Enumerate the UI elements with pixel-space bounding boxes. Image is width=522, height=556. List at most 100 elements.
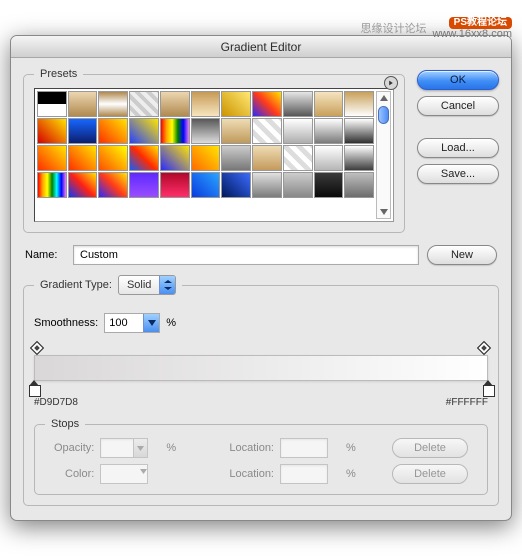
preset-swatch[interactable] <box>68 172 98 198</box>
preset-swatch[interactable] <box>98 145 128 171</box>
dropdown-caret-icon <box>159 276 175 294</box>
preset-swatch[interactable] <box>37 91 67 117</box>
preset-swatch[interactable] <box>160 91 190 117</box>
preset-swatch[interactable] <box>344 172 374 198</box>
presets-scrollbar[interactable] <box>376 91 391 219</box>
preset-swatch[interactable] <box>191 118 221 144</box>
opacity-label: Opacity: <box>45 442 94 454</box>
color-well <box>100 464 148 484</box>
presets-legend: Presets <box>34 68 83 80</box>
smoothness-input[interactable] <box>104 313 160 333</box>
preset-swatch[interactable] <box>221 118 251 144</box>
preset-swatch[interactable] <box>314 145 344 171</box>
watermark-text: 思缘设计论坛 <box>361 20 427 36</box>
color-stop-left[interactable] <box>29 381 39 395</box>
color-location-input <box>280 464 328 484</box>
preset-swatch[interactable] <box>191 91 221 117</box>
caret-right-icon <box>388 80 394 86</box>
preset-swatch[interactable] <box>221 145 251 171</box>
presets-flyout-button[interactable] <box>384 76 398 90</box>
location-unit: % <box>346 468 360 480</box>
preset-swatch[interactable] <box>283 172 313 198</box>
preset-swatch[interactable] <box>252 145 282 171</box>
preset-swatch[interactable] <box>160 118 190 144</box>
preset-swatch[interactable] <box>252 91 282 117</box>
gradient-type-label: Gradient Type: <box>40 279 112 291</box>
preset-swatch[interactable] <box>314 91 344 117</box>
location-unit: % <box>346 442 360 454</box>
preset-swatch[interactable] <box>283 118 313 144</box>
color-stop-left-hex: #D9D7D8 <box>34 397 78 408</box>
preset-swatch[interactable] <box>68 118 98 144</box>
color-stop-right-hex: #FFFFFF <box>446 397 488 408</box>
preset-swatch[interactable] <box>160 145 190 171</box>
preset-swatch[interactable] <box>344 91 374 117</box>
scrollbar-thumb[interactable] <box>378 106 389 124</box>
preset-swatch[interactable] <box>37 145 67 171</box>
color-stop-track[interactable] <box>34 381 488 395</box>
preset-swatch[interactable] <box>160 172 190 198</box>
smoothness-label: Smoothness: <box>34 317 98 329</box>
opacity-stop-track[interactable] <box>34 345 488 355</box>
window-title: Gradient Editor <box>221 40 302 54</box>
preset-swatch[interactable] <box>129 145 159 171</box>
preset-swatch[interactable] <box>314 172 344 198</box>
opacity-unit: % <box>166 442 180 454</box>
scroll-up-icon[interactable] <box>377 92 390 104</box>
delete-opacity-stop-button: Delete <box>392 438 468 458</box>
stops-legend: Stops <box>45 418 85 430</box>
opacity-location-label: Location: <box>220 442 274 454</box>
opacity-stop-right[interactable] <box>479 343 490 353</box>
preset-swatch[interactable] <box>283 145 313 171</box>
name-label: Name: <box>25 249 65 261</box>
watermark-url: www.16xx8.com <box>433 29 512 39</box>
presets-grid[interactable] <box>37 91 374 219</box>
preset-swatch[interactable] <box>98 118 128 144</box>
load-button[interactable]: Load... <box>417 138 499 158</box>
color-label: Color: <box>45 468 94 480</box>
name-input[interactable] <box>73 245 419 265</box>
delete-color-stop-button: Delete <box>392 464 468 484</box>
preset-swatch[interactable] <box>98 172 128 198</box>
smoothness-unit: % <box>166 317 176 329</box>
dropdown-caret-icon <box>133 439 147 457</box>
gradient-bar[interactable] <box>34 355 488 381</box>
gradient-type-value: Solid <box>119 276 159 294</box>
color-stop-right[interactable] <box>483 381 493 395</box>
preset-swatch[interactable] <box>129 91 159 117</box>
preset-swatch[interactable] <box>344 145 374 171</box>
preset-swatch[interactable] <box>252 118 282 144</box>
smoothness-value[interactable] <box>105 314 143 332</box>
preset-swatch[interactable] <box>191 145 221 171</box>
preset-swatch[interactable] <box>221 172 251 198</box>
preset-swatch[interactable] <box>191 172 221 198</box>
preset-swatch[interactable] <box>252 172 282 198</box>
preset-swatch[interactable] <box>37 118 67 144</box>
ok-button[interactable]: OK <box>417 70 499 90</box>
gradient-editor-window: Gradient Editor Presets <box>10 35 512 521</box>
preset-swatch[interactable] <box>344 118 374 144</box>
stops-fieldset: Stops Opacity: % Location: % Delete Colo… <box>34 418 488 495</box>
preset-swatch[interactable] <box>129 118 159 144</box>
preset-swatch[interactable] <box>68 91 98 117</box>
save-button[interactable]: Save... <box>417 164 499 184</box>
opacity-input <box>100 438 148 458</box>
gradient-type-select[interactable]: Solid <box>118 275 176 295</box>
opacity-stop-left[interactable] <box>32 343 43 353</box>
preset-swatch[interactable] <box>98 91 128 117</box>
preset-swatch[interactable] <box>283 91 313 117</box>
gradient-type-fieldset: Gradient Type: Solid Smoothness: % <box>23 275 499 506</box>
presets-fieldset: Presets <box>23 68 405 233</box>
scrollbar-track[interactable] <box>377 126 390 206</box>
opacity-location-input <box>280 438 328 458</box>
preset-swatch[interactable] <box>314 118 344 144</box>
dropdown-caret-icon <box>143 314 159 332</box>
preset-swatch[interactable] <box>129 172 159 198</box>
cancel-button[interactable]: Cancel <box>417 96 499 116</box>
color-location-label: Location: <box>220 468 274 480</box>
new-button[interactable]: New <box>427 245 497 265</box>
scroll-down-icon[interactable] <box>377 206 390 218</box>
preset-swatch[interactable] <box>68 145 98 171</box>
preset-swatch[interactable] <box>37 172 67 198</box>
preset-swatch[interactable] <box>221 91 251 117</box>
